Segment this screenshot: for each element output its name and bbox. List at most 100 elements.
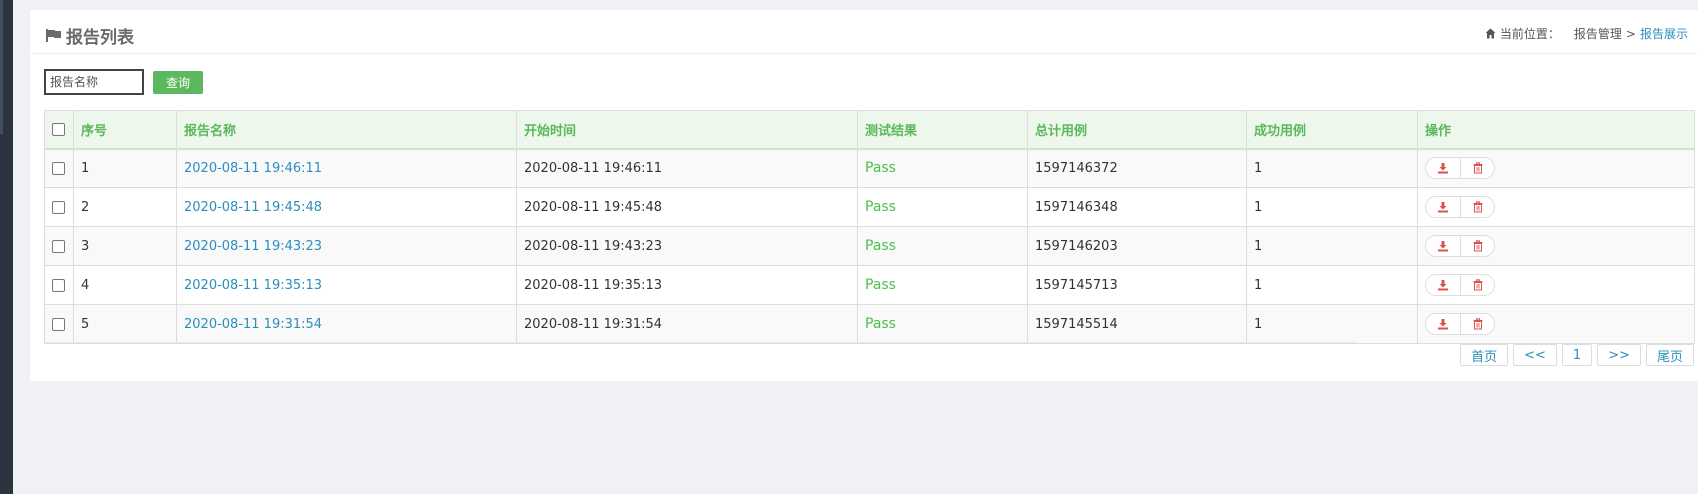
row-checkbox[interactable]: [52, 161, 65, 175]
row-index: 5: [73, 304, 177, 344]
trash-icon: [1473, 279, 1482, 291]
report-name-link[interactable]: 2020-08-11 19:45:48: [176, 187, 517, 227]
row-select-cell: [44, 187, 74, 227]
download-button[interactable]: [1426, 314, 1460, 334]
column-header: 报告名称: [176, 110, 517, 150]
row-actions: [1417, 265, 1695, 305]
column-header: 成功用例: [1246, 110, 1418, 150]
flag-icon: [46, 29, 61, 42]
row-select-cell: [44, 226, 74, 266]
table-row: 5 2020-08-11 19:31:54 2020-08-11 19:31:5…: [44, 304, 1695, 344]
action-button-group: [1425, 274, 1495, 296]
select-all-cell: [44, 110, 74, 150]
row-checkbox[interactable]: [52, 278, 65, 292]
page-number-button[interactable]: 1: [1561, 344, 1593, 366]
test-result: Pass: [857, 187, 1028, 227]
row-select-cell: [44, 265, 74, 305]
delete-button[interactable]: [1460, 275, 1494, 295]
table-row: 1 2020-08-11 19:46:11 2020-08-11 19:46:1…: [44, 148, 1695, 188]
breadcrumb-current[interactable]: 报告展示: [1640, 25, 1688, 42]
trash-icon: [1473, 201, 1482, 213]
table-row: 3 2020-08-11 19:43:23 2020-08-11 19:43:2…: [44, 226, 1695, 266]
table-row: 4 2020-08-11 19:35:13 2020-08-11 19:35:1…: [44, 265, 1695, 305]
last-page-button[interactable]: 尾页: [1645, 344, 1694, 366]
row-checkbox[interactable]: [52, 317, 65, 331]
search-row: 查询: [44, 69, 203, 95]
row-actions: [1417, 187, 1695, 227]
download-icon: [1438, 241, 1448, 252]
report-panel: 报告列表 当前位置： 报告管理 > 报告展示 查询 序号 报告名称: [30, 10, 1698, 381]
start-time: 2020-08-11 19:43:23: [516, 226, 858, 266]
column-header: 操作: [1417, 110, 1695, 150]
total-cases: 1597146348: [1027, 187, 1247, 227]
pagination: 首页 << 1 >> 尾页: [1460, 344, 1694, 366]
start-time: 2020-08-11 19:31:54: [516, 304, 858, 344]
download-icon: [1438, 319, 1448, 330]
column-header: 总计用例: [1027, 110, 1247, 150]
sidebar-notch: [0, 0, 3, 134]
success-cases: 1: [1246, 148, 1418, 188]
download-icon: [1438, 163, 1448, 174]
home-icon: [1485, 28, 1496, 39]
panel-header: 报告列表 当前位置： 报告管理 > 报告展示: [30, 10, 1698, 54]
table-header-row: 序号 报告名称 开始时间 测试结果 总计用例 成功用例 操作: [44, 110, 1695, 150]
download-button[interactable]: [1426, 158, 1460, 179]
first-page-button[interactable]: 首页: [1460, 344, 1509, 366]
success-cases: 1: [1246, 304, 1418, 344]
query-button[interactable]: 查询: [153, 70, 203, 94]
download-button[interactable]: [1426, 236, 1460, 256]
trash-icon: [1473, 240, 1482, 252]
report-name-link[interactable]: 2020-08-11 19:31:54: [176, 304, 517, 344]
breadcrumb-parent[interactable]: 报告管理: [1574, 25, 1622, 42]
table-row: 2 2020-08-11 19:45:48 2020-08-11 19:45:4…: [44, 187, 1695, 227]
start-time: 2020-08-11 19:46:11: [516, 148, 858, 188]
row-index: 3: [73, 226, 177, 266]
report-table: 序号 报告名称 开始时间 测试结果 总计用例 成功用例 操作 1 2020-08…: [44, 110, 1695, 344]
start-time: 2020-08-11 19:35:13: [516, 265, 858, 305]
report-name-link[interactable]: 2020-08-11 19:35:13: [176, 265, 517, 305]
left-sidebar-edge: [0, 0, 13, 494]
breadcrumb-separator: >: [1625, 26, 1636, 41]
row-index: 4: [73, 265, 177, 305]
breadcrumb-label: 当前位置：: [1499, 27, 1560, 41]
row-actions: [1417, 226, 1695, 266]
download-button[interactable]: [1426, 197, 1460, 217]
page-title: 报告列表: [46, 23, 134, 48]
row-checkbox[interactable]: [52, 239, 65, 253]
report-name-link[interactable]: 2020-08-11 19:46:11: [176, 148, 517, 188]
breadcrumb: 当前位置： 报告管理 > 报告展示: [1485, 25, 1688, 42]
test-result: Pass: [857, 148, 1028, 188]
download-icon: [1438, 202, 1448, 213]
delete-button[interactable]: [1460, 236, 1494, 256]
report-name-link[interactable]: 2020-08-11 19:43:23: [176, 226, 517, 266]
row-select-cell: [44, 148, 74, 188]
trash-icon: [1473, 162, 1482, 174]
download-button[interactable]: [1426, 275, 1460, 295]
action-button-group: [1425, 313, 1495, 335]
success-cases: 1: [1246, 187, 1418, 227]
total-cases: 1597146203: [1027, 226, 1247, 266]
action-button-group: [1425, 196, 1495, 218]
row-actions: [1417, 304, 1695, 344]
report-name-search-input[interactable]: [44, 69, 144, 95]
download-icon: [1438, 280, 1448, 291]
row-select-cell: [44, 304, 74, 344]
delete-button[interactable]: [1460, 314, 1494, 334]
next-page-button[interactable]: >>: [1597, 344, 1641, 366]
row-actions: [1417, 148, 1695, 188]
total-cases: 1597145514: [1027, 304, 1247, 344]
row-checkbox[interactable]: [52, 200, 65, 214]
table-footer-divider: [44, 342, 1354, 343]
delete-button[interactable]: [1460, 197, 1494, 217]
delete-button[interactable]: [1460, 158, 1494, 179]
trash-icon: [1473, 318, 1482, 330]
total-cases: 1597146372: [1027, 148, 1247, 188]
column-header: 序号: [73, 110, 177, 150]
success-cases: 1: [1246, 226, 1418, 266]
action-button-group: [1425, 157, 1495, 180]
prev-page-button[interactable]: <<: [1513, 344, 1557, 366]
action-button-group: [1425, 235, 1495, 257]
total-cases: 1597145713: [1027, 265, 1247, 305]
select-all-checkbox[interactable]: [52, 122, 65, 136]
test-result: Pass: [857, 304, 1028, 344]
